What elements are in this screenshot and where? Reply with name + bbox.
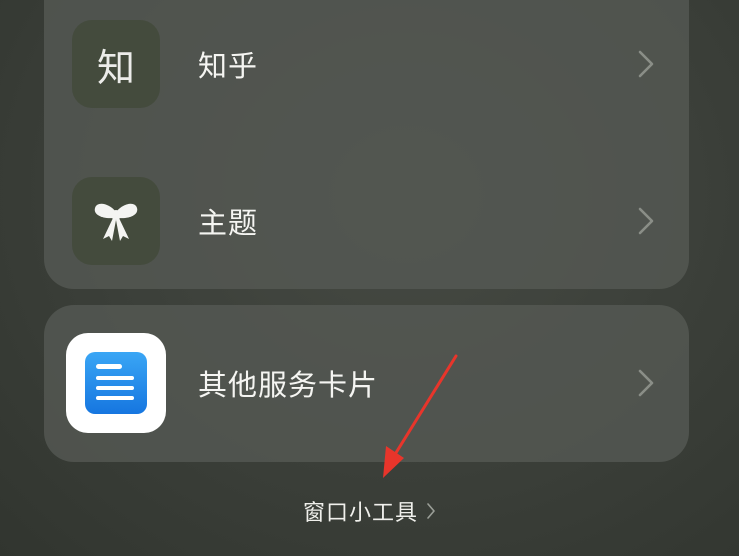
list-item-zhihu[interactable]: 知 知乎 <box>44 14 689 114</box>
list-item-label: 主题 <box>198 206 259 240</box>
chevron-right-icon <box>427 503 435 519</box>
service-card-icon <box>66 333 166 433</box>
other-service-cards-item[interactable]: 其他服务卡片 <box>44 333 689 433</box>
services-card: 其他服务卡片 <box>44 305 689 462</box>
list-item-theme[interactable]: 主题 <box>44 171 689 271</box>
window-widgets-label: 窗口小工具 <box>302 501 418 526</box>
window-widgets-link[interactable]: 窗口小工具 <box>0 495 739 527</box>
apps-list-card: 知 知乎 主题 <box>44 0 689 289</box>
chevron-right-icon <box>638 50 654 78</box>
list-item-label: 知乎 <box>198 49 259 83</box>
bow-glyph <box>94 203 138 241</box>
zhihu-icon-glyph: 知 <box>96 45 135 90</box>
chevron-right-icon <box>638 207 654 235</box>
other-service-cards-label: 其他服务卡片 <box>198 368 379 402</box>
zhihu-icon: 知 <box>72 20 160 108</box>
chevron-right-icon <box>638 369 654 397</box>
bow-icon <box>72 177 160 265</box>
document-icon <box>85 352 147 414</box>
